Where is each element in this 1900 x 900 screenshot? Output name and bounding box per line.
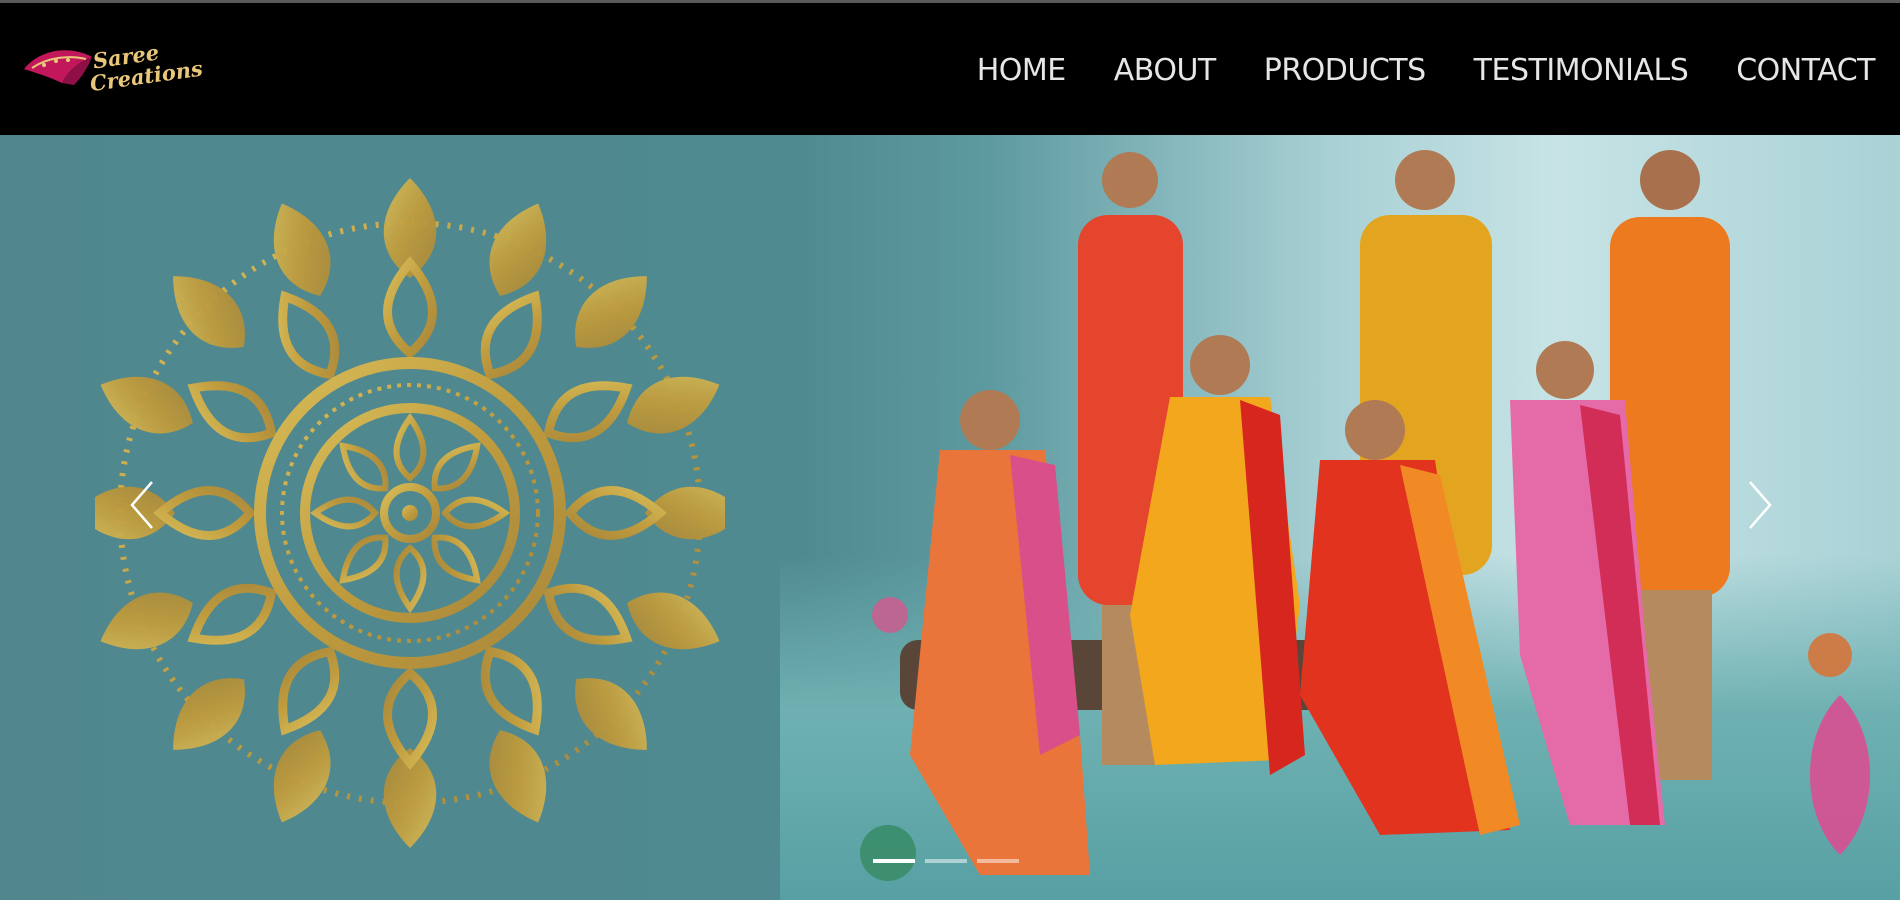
nav-products[interactable]: PRODUCTS: [1264, 53, 1426, 88]
nav-home[interactable]: HOME: [977, 53, 1067, 88]
nav-testimonials[interactable]: TESTIMONIALS: [1474, 53, 1689, 88]
saree-swoosh-icon: [24, 50, 92, 85]
figure-woman-left: [910, 390, 1090, 875]
carousel-indicator-1[interactable]: [873, 859, 915, 863]
carousel-indicator-3[interactable]: [977, 859, 1019, 863]
brand-logo[interactable]: Saree Creations: [22, 37, 204, 105]
mandala-graphic: [95, 178, 725, 848]
chevron-right-icon[interactable]: [1740, 470, 1780, 540]
brand-name: Saree Creations: [88, 36, 204, 96]
carousel-indicators: [873, 859, 1019, 863]
main-nav: HOME ABOUT PRODUCTS TESTIMONIALS CONTACT: [977, 53, 1876, 88]
site-header: Saree Creations HOME ABOUT PRODUCTS TEST…: [0, 3, 1900, 135]
carousel-indicator-2[interactable]: [925, 859, 967, 863]
nav-contact[interactable]: CONTACT: [1736, 53, 1875, 88]
nav-about[interactable]: ABOUT: [1114, 53, 1216, 88]
hero-carousel: [0, 135, 1900, 900]
chevron-left-icon[interactable]: [122, 470, 162, 540]
